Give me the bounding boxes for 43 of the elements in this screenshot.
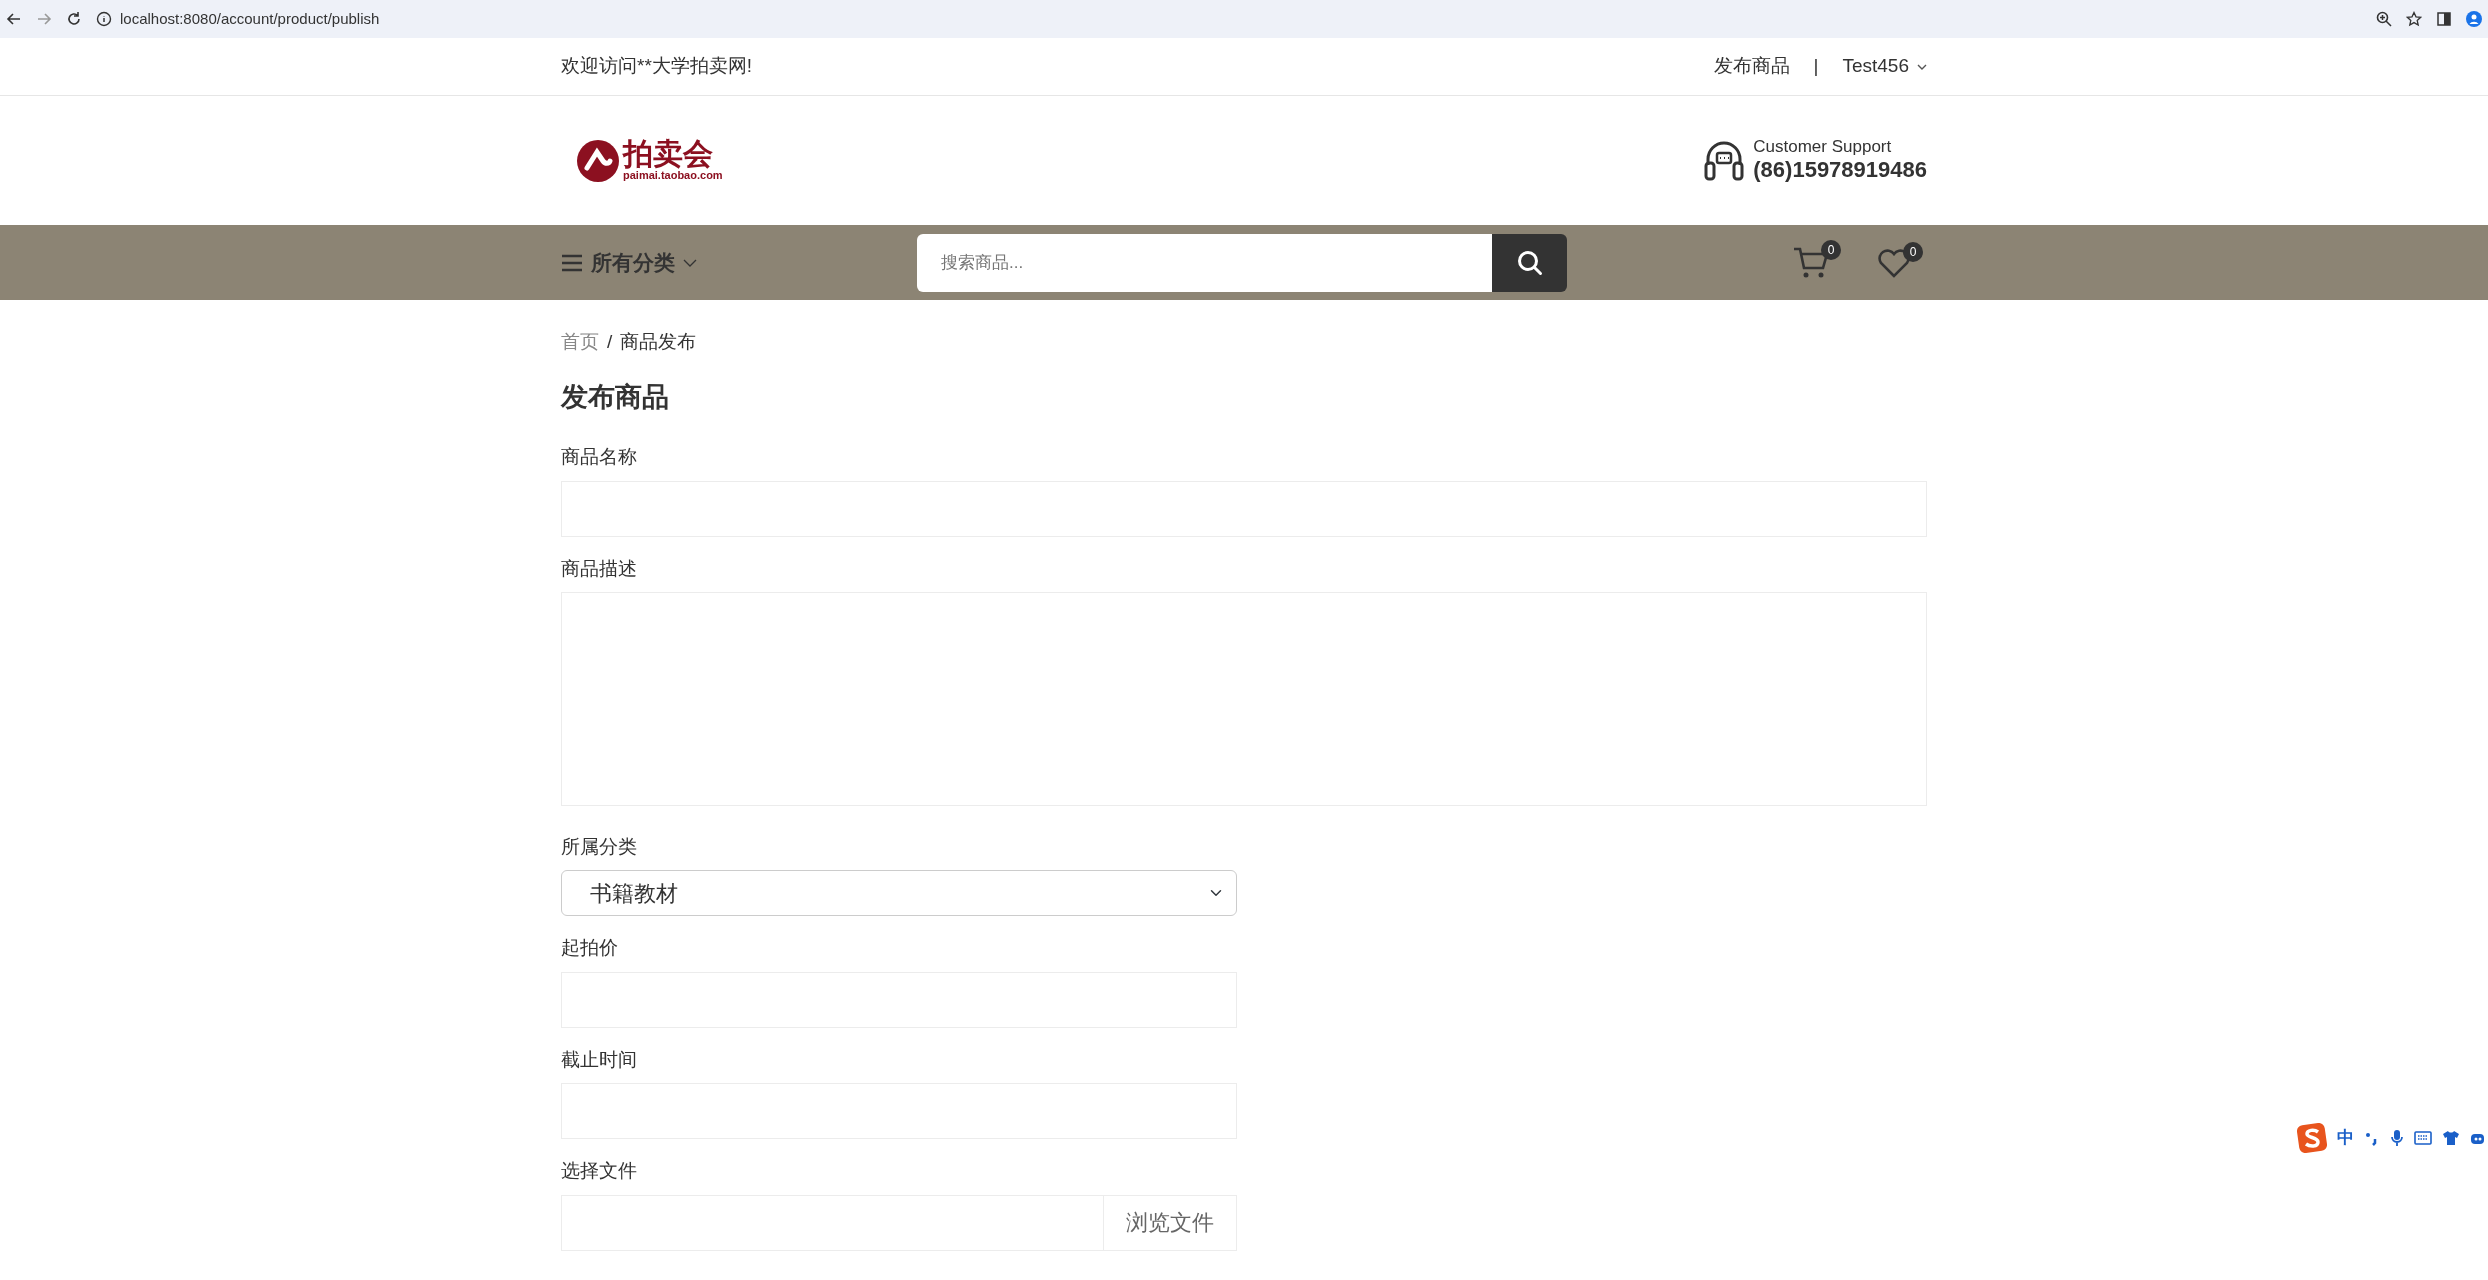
category-select[interactable]: 书籍教材 [561,870,1237,916]
logo-text[interactable]: 拍卖会 [623,138,723,169]
user-menu[interactable]: Test456 [1842,52,1909,81]
heart-icon[interactable] [1877,247,1911,278]
star-icon[interactable] [2406,11,2422,27]
zoom-icon[interactable] [2376,11,2392,27]
field-label: 选择文件 [561,1159,638,1183]
breadcrumb-current[interactable]: 商品发布 [620,328,697,357]
input-method-logo-icon[interactable] [2297,1123,2327,1153]
input-mode-toggle[interactable]: 中 [2337,1125,2354,1151]
support-phone: (86)15978919486 [1753,156,1927,184]
keyboard-icon[interactable] [2414,1131,2432,1145]
publish-link[interactable]: 发布商品 [1713,52,1790,81]
cart-icon[interactable] [1793,245,1829,280]
file-input[interactable]: 浏览文件 [561,1194,1237,1251]
back-icon[interactable] [6,11,22,27]
reload-icon[interactable] [66,11,82,27]
welcome-text: 欢迎访问**大学拍卖网! [561,54,753,79]
info-icon[interactable] [96,11,112,27]
caret-icon [683,257,697,268]
shirt-icon[interactable] [2442,1130,2460,1146]
field-label: 所属分类 [561,834,638,859]
microphone-icon[interactable] [2390,1129,2404,1147]
cart-count: 0 [1821,239,1841,260]
logo-icon[interactable] [577,139,619,182]
search-button[interactable] [1492,233,1567,292]
field-label: 商品描述 [561,556,638,581]
search-icon [1516,249,1543,276]
sidebar-icon[interactable] [2436,11,2452,27]
wishlist-count: 0 [1903,241,1923,262]
profile-icon[interactable] [2466,11,2482,27]
field-label: 截止时间 [561,1047,638,1072]
address-bar-url[interactable]: localhost:8080/account/product/publish [120,7,380,31]
menu-icon[interactable] [561,253,583,272]
logo-subtext: paimai.taobao.com [623,168,723,183]
field-label: 商品名称 [561,445,638,469]
field-label: 起拍价 [561,936,619,960]
breadcrumb-separator: / [607,330,613,354]
breadcrumb-link[interactable]: 首页 [561,328,599,357]
page-title: 发布商品 [561,380,670,414]
support-label: Customer Support [1753,137,1893,157]
separator-text: | [1813,54,1819,79]
search-field[interactable]: 搜索商品... [917,233,1492,292]
